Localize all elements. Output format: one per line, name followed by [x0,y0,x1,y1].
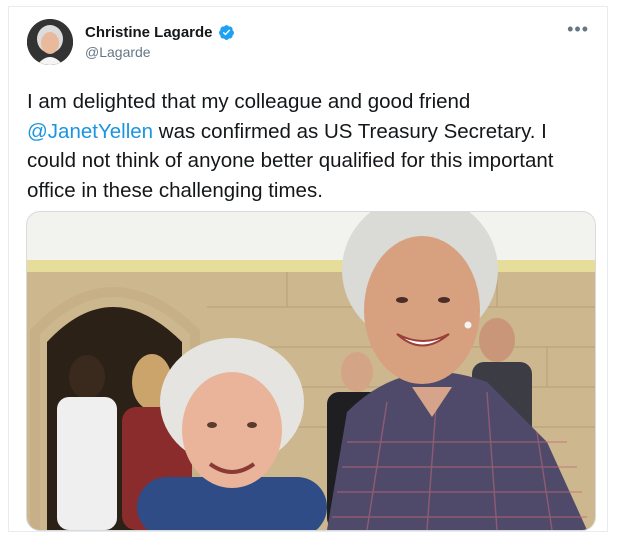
author-name[interactable]: Christine Lagarde [85,24,213,41]
mention-link[interactable]: @JanetYellen [27,120,153,143]
photo-illustration [27,212,595,530]
author-avatar[interactable] [27,19,73,65]
tweet-text-part1: I am delighted that my colleague and goo… [27,90,471,113]
verified-badge-icon [218,25,234,40]
tweet-text: I am delighted that my colleague and goo… [27,87,599,205]
author-handle[interactable]: @Lagarde [85,44,151,60]
more-options-icon[interactable]: ••• [567,20,589,38]
tweet-card: Christine Lagarde @Lagarde ••• I am deli… [8,6,608,532]
author-name-row: Christine Lagarde [85,24,235,41]
tweet-photo[interactable] [26,211,596,531]
author-avatar-image [27,19,73,65]
